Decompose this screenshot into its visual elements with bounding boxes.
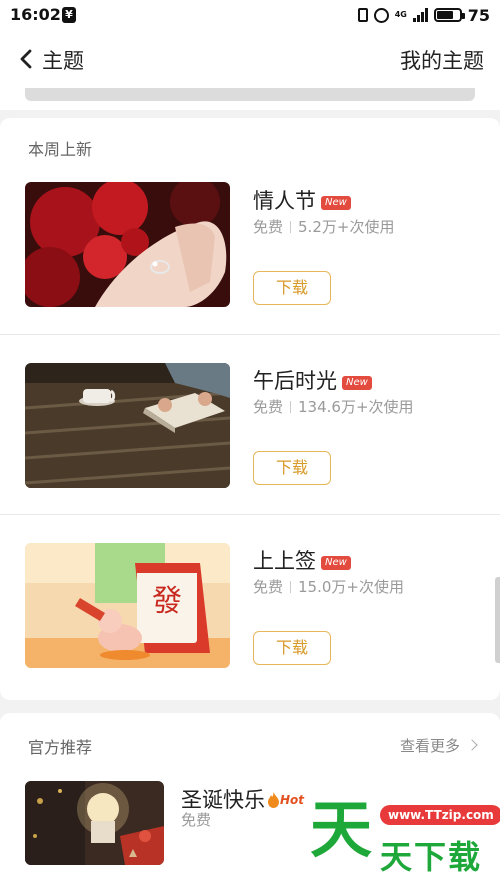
- theme-meta: 免费 15.0万+次使用: [253, 576, 404, 597]
- section-title: 官方推荐: [28, 738, 93, 757]
- theme-name-text: 上上签: [253, 549, 316, 573]
- new-badge: New: [342, 376, 372, 390]
- theme-meta: 免费 134.6万+次使用: [253, 396, 414, 417]
- theme-item[interactable]: 午后时光 New 免费 134.6万+次使用 下载: [0, 334, 500, 515]
- theme-thumbnail-christmas[interactable]: [25, 781, 164, 865]
- status-icons: 4G 75: [357, 5, 490, 25]
- scrollbar[interactable]: [495, 577, 500, 663]
- theme-item[interactable]: 發 上上签 New 免费 15.0万+次使用 下载: [0, 514, 500, 695]
- signal-icon: [412, 8, 428, 22]
- weekly-new-section: 本周上新 情人节 New 免费 5.2万+次使用 下载 午后时光 New 免费 …: [0, 118, 500, 700]
- theme-name[interactable]: 午后时光 New: [253, 365, 372, 395]
- theme-price: 免费: [253, 578, 284, 596]
- meta-divider: [290, 221, 292, 233]
- page-title: 主题: [42, 49, 84, 73]
- theme-meta: 免费 5.2万+次使用: [253, 216, 394, 237]
- see-more-link[interactable]: 查看更多: [400, 735, 476, 756]
- theme-item[interactable]: 情人节 New 免费 5.2万+次使用 下载: [0, 155, 500, 336]
- download-button[interactable]: 下载: [253, 451, 331, 485]
- theme-thumbnail-valentine[interactable]: [25, 182, 230, 307]
- nav-bar: 主题 我的主题: [0, 30, 500, 88]
- flame-icon: [268, 792, 279, 808]
- theme-thumbnail-fortune[interactable]: 發: [25, 543, 230, 668]
- banner-image[interactable]: [25, 88, 475, 101]
- theme-uses: 5.2万+次使用: [298, 218, 395, 236]
- theme-thumbnail-afternoon[interactable]: [25, 363, 230, 488]
- theme-name-text: 情人节: [253, 189, 316, 213]
- new-badge: New: [321, 556, 351, 570]
- watermark-text: 天下载: [380, 838, 483, 876]
- site-watermark: 天 www.TTzip.com 天下载: [310, 795, 500, 889]
- watermark-url: www.TTzip.com: [380, 805, 500, 825]
- status-bar: 16:02 ¥ 4G 75: [0, 0, 500, 30]
- theme-name-text: 午后时光: [253, 369, 337, 393]
- theme-name[interactable]: 上上签 New: [253, 545, 351, 575]
- watermark-logo-char: 天: [310, 793, 373, 866]
- vibrate-icon: [357, 8, 368, 22]
- theme-uses: 15.0万+次使用: [298, 578, 404, 596]
- meta-divider: [290, 401, 292, 413]
- theme-price: 免费: [181, 811, 212, 829]
- battery-icon: [433, 8, 465, 22]
- theme-price: 免费: [253, 218, 284, 236]
- battery-level: 75: [467, 5, 490, 25]
- download-button[interactable]: 下载: [253, 631, 331, 665]
- svg-text:發: 發: [152, 584, 182, 619]
- network-type-icon: 4G: [394, 10, 407, 19]
- wallet-notification-icon: ¥: [62, 7, 76, 23]
- alarm-icon: [373, 7, 389, 23]
- chevron-left-icon[interactable]: [18, 49, 34, 69]
- new-badge: New: [321, 196, 351, 210]
- theme-price: 免费: [253, 398, 284, 416]
- my-themes-link[interactable]: 我的主题: [400, 45, 484, 75]
- theme-uses: 134.6万+次使用: [298, 398, 414, 416]
- meta-divider: [290, 581, 292, 593]
- banner-card: [0, 88, 500, 110]
- hot-badge: Hot: [280, 793, 305, 807]
- download-button[interactable]: 下载: [253, 271, 331, 305]
- theme-name[interactable]: 情人节 New: [253, 185, 351, 215]
- status-time: 16:02: [10, 5, 61, 24]
